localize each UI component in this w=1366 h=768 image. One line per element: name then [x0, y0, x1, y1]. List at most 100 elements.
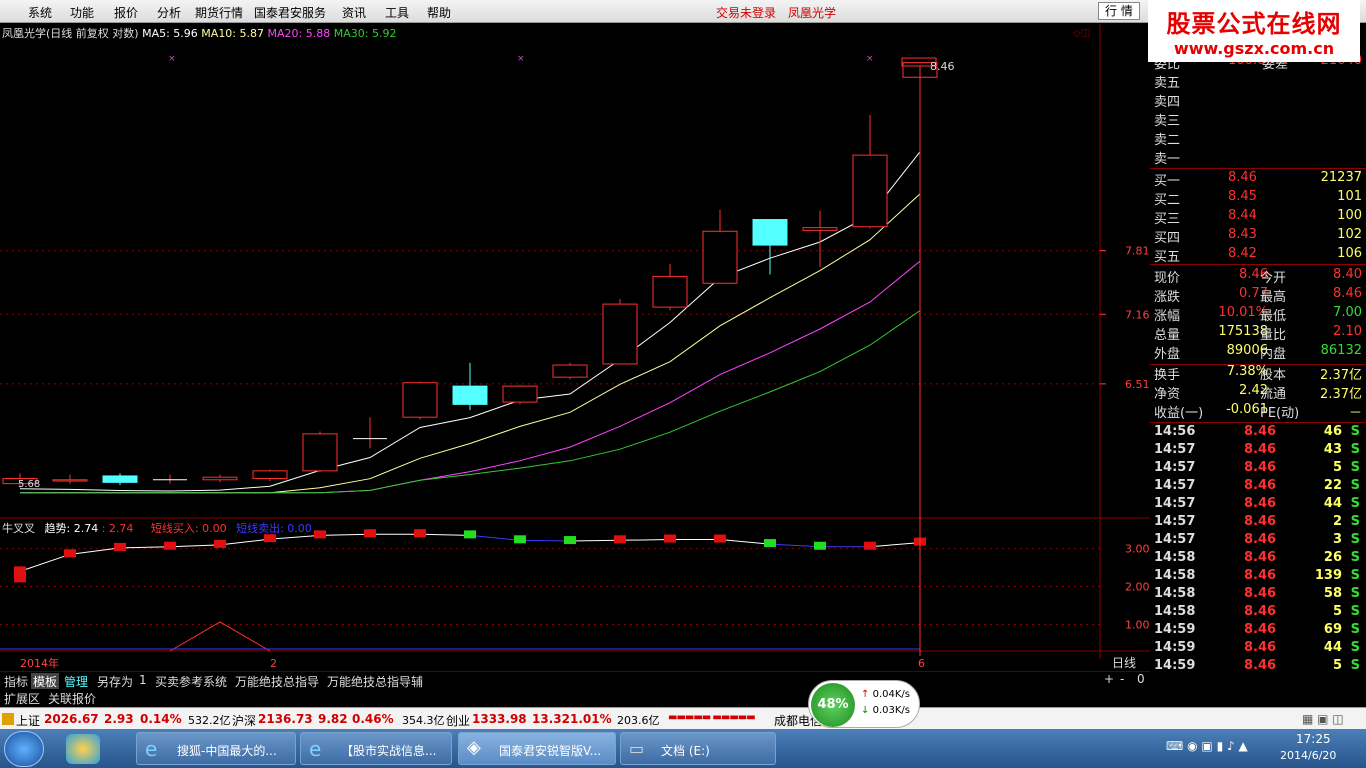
taskbar: e 搜狐-中国最大的... e 【股市实战信息... ◈ 国泰君安锐智版V...… [0, 729, 1366, 768]
time-axis-year: 2014年 [20, 656, 59, 670]
buy-row: 买四 8.43 102 [1150, 227, 1366, 246]
zero-button[interactable]: 0 [1135, 672, 1147, 686]
tick-row: 14:59 8.46 5 S [1150, 658, 1366, 677]
tab-manage[interactable]: 管理 [62, 673, 90, 690]
indicator-axis-label: 1.00 [1125, 618, 1150, 631]
menu-tools[interactable]: 工具 [385, 4, 409, 21]
hs-percent: 0.46% [352, 712, 394, 726]
tick-time: 14:58 [1154, 586, 1196, 601]
menu-function[interactable]: 功能 [70, 4, 94, 21]
tray-icons[interactable]: ▦ ▣ ◫ [1302, 712, 1344, 726]
stock-title: 凤凰光学(日线 前复权 对数) [2, 27, 139, 40]
tick-time: 14:59 [1154, 658, 1196, 673]
start-button[interactable] [4, 731, 44, 767]
taskbar-item-browser[interactable]: e 搜狐-中国最大的... [136, 732, 296, 765]
tick-row: 14:57 8.46 3 S [1150, 532, 1366, 551]
menu-help[interactable]: 帮助 [427, 4, 451, 21]
tick-side: S [1350, 460, 1360, 475]
tab-one[interactable]: 1 [137, 673, 149, 687]
buy-signal-label: 短线买入: 0.00 [150, 522, 227, 535]
quote-tab-button[interactable]: 行 情 [1098, 2, 1140, 20]
pinned-app-icon[interactable] [66, 734, 100, 764]
tab-indicators[interactable]: 指标 [2, 673, 30, 690]
tick-price: 8.46 [1244, 460, 1277, 475]
buy-price: 8.45 [1228, 189, 1257, 204]
ie-icon: e [309, 737, 322, 761]
cy-percent: 1.01% [570, 712, 612, 726]
system-tray-icons[interactable]: ⌨ ◉ ▣ ▮ ♪ ▲ [1166, 739, 1248, 753]
sell-level-label: 卖五 [1154, 76, 1181, 91]
period-label[interactable]: 日线 [1112, 656, 1136, 670]
stat-value: 2.37亿 [1320, 368, 1362, 383]
tick-price: 8.46 [1244, 424, 1277, 439]
tab-templates[interactable]: 模板 [31, 673, 60, 690]
time-axis-month: 2 [270, 657, 277, 670]
stat-row: 涨幅 10.01% 最低 7.00 [1150, 305, 1366, 324]
taskbar-item-browser2[interactable]: e 【股市实战信息... [300, 732, 452, 765]
candle-up [402, 382, 438, 418]
tick-volume: 5 [1332, 658, 1342, 673]
candle-up [602, 303, 638, 365]
watermark-logo: 股票公式在线网 www.gszx.com.cn [1148, 0, 1360, 62]
candle-down [102, 475, 138, 483]
menu-news[interactable]: 资讯 [342, 4, 366, 21]
extension-area-tab[interactable]: 扩展区 [4, 690, 40, 707]
stat-label: 今开 [1260, 271, 1287, 286]
network-widget[interactable]: 48% ↑ 0.04K/s ↓ 0.03K/s [808, 680, 920, 728]
tick-volume: 5 [1332, 604, 1342, 619]
remove-window-button[interactable]: - [1118, 672, 1126, 686]
tab-save-as[interactable]: 另存为 [95, 673, 135, 690]
marker-icon: × [168, 54, 176, 64]
related-quote-tab[interactable]: 关联报价 [48, 690, 96, 707]
trend-label: 趋势: 2.74 [44, 522, 99, 535]
trend-up-marker [864, 541, 876, 550]
tab-guide-aux[interactable]: 万能绝技总指导辅 [325, 673, 425, 690]
clock-time[interactable]: 17:25 [1296, 732, 1331, 746]
buy-row: 买三 8.44 100 [1150, 208, 1366, 227]
tab-trade-ref[interactable]: 买卖参考系统 [153, 673, 229, 690]
trend-up-marker [314, 530, 326, 539]
menu-system[interactable]: 系统 [28, 4, 52, 21]
menu-service[interactable]: 国泰君安服务 [254, 4, 326, 21]
taskbar-item-folder[interactable]: ▭ 文档 (E:) [620, 732, 776, 765]
tick-price: 8.46 [1244, 442, 1277, 457]
stat-label: 最高 [1260, 290, 1287, 305]
menu-analysis[interactable]: 分析 [157, 4, 181, 21]
tick-volume: 2 [1332, 514, 1342, 529]
tab-guide[interactable]: 万能绝技总指导 [233, 673, 321, 690]
quote-panel: 委比 100.00% 委差 21640 卖五卖四卖三卖二卖一 买一8.46212… [1150, 53, 1366, 692]
upload-speed: 0.04K/s [872, 689, 910, 700]
buy-level-label: 买四 [1154, 231, 1181, 246]
menu-quote[interactable]: 报价 [114, 4, 138, 21]
candle-up [802, 227, 838, 231]
trade-status: 交易未登录 [716, 6, 777, 20]
candlestick-chart[interactable]: ◇◫ 8.46 5.68 × × × 7.81 7.16 6.51 3.00 2… [0, 24, 1150, 671]
clock-date[interactable]: 2014/6/20 [1280, 749, 1336, 762]
stat-label: 内盘 [1260, 347, 1287, 362]
tick-row: 14:58 8.46 139 S [1150, 568, 1366, 587]
candle-down [752, 219, 788, 246]
tick-time: 14:57 [1154, 496, 1196, 511]
tick-time: 14:57 [1154, 514, 1196, 529]
tick-volume: 69 [1323, 622, 1342, 637]
trend-down-marker [814, 541, 826, 550]
tick-row: 14:57 8.46 5 S [1150, 460, 1366, 479]
tick-price: 8.46 [1244, 478, 1277, 493]
chart-corner-icon[interactable]: ◇◫ [1073, 28, 1090, 39]
extension-bar: 扩展区 关联报价 [0, 689, 1366, 707]
add-window-button[interactable]: + [1102, 672, 1116, 686]
taskbar-item-trading-app[interactable]: ◈ 国泰君安锐智版V... [458, 732, 616, 765]
candle-up [852, 154, 888, 228]
tick-side: S [1350, 532, 1360, 547]
menu-futures[interactable]: 期货行情 [195, 4, 243, 21]
tick-side: S [1350, 658, 1360, 673]
stat-value: 7.00 [1333, 305, 1362, 320]
upload-arrow-icon: ↑ [861, 689, 870, 700]
hs-change: 9.82 [318, 712, 348, 726]
tick-row: 14:58 8.46 58 S [1150, 586, 1366, 605]
stat-label: 最低 [1260, 309, 1287, 324]
sell-row: 卖三 [1150, 110, 1366, 129]
sell-level-label: 卖一 [1154, 152, 1181, 167]
sh-label: 上证 [16, 714, 41, 728]
sell-row: 卖五 [1150, 72, 1366, 91]
